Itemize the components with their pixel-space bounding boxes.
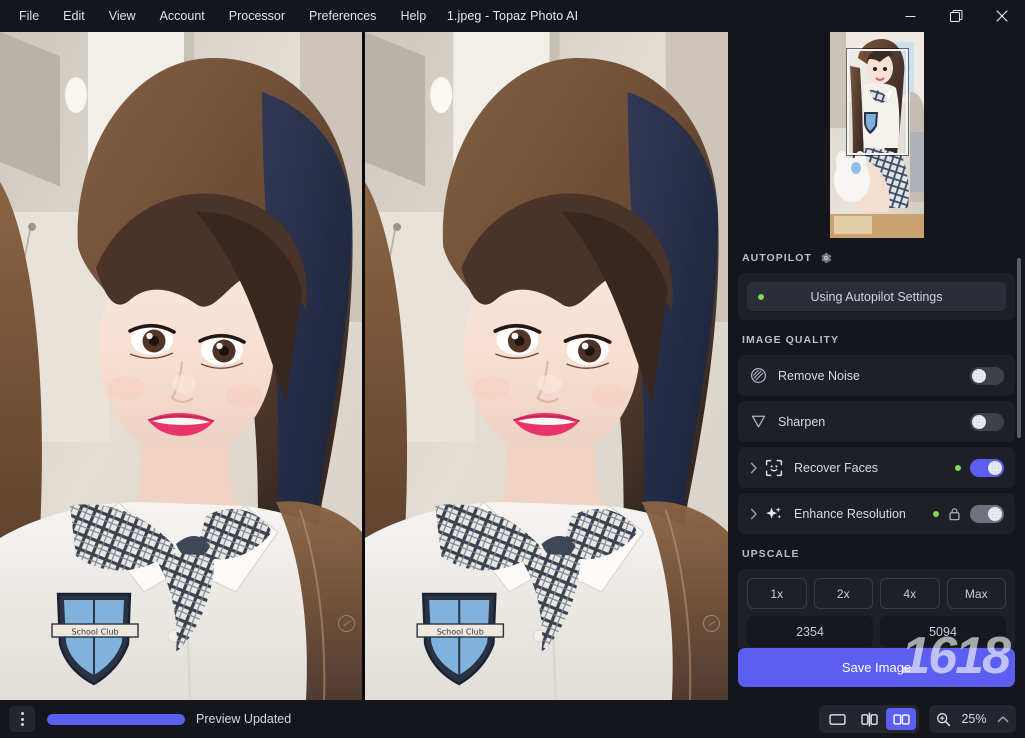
- kebab-menu-icon[interactable]: [9, 706, 35, 732]
- upscale-factor-max[interactable]: Max: [946, 578, 1006, 609]
- window-controls: [887, 0, 1025, 32]
- viewer-pane-preview[interactable]: School Club: [365, 32, 728, 700]
- single-pane-icon: [828, 713, 846, 725]
- row-label-recover-faces: Recover Faces: [794, 460, 879, 475]
- side-by-side-button[interactable]: [886, 708, 916, 730]
- autopilot-section-label: AUTOPILOT: [742, 252, 812, 264]
- minimize-button[interactable]: [887, 0, 933, 32]
- title-bar: File Edit View Account Processor Prefere…: [0, 0, 1025, 32]
- autopilot-settings-button[interactable]: Using Autopilot Settings: [747, 282, 1006, 311]
- upscale-factor-2x[interactable]: 2x: [813, 578, 873, 609]
- upscale-height-input[interactable]: 5094: [880, 616, 1006, 647]
- close-button[interactable]: [979, 0, 1025, 32]
- panel-scrollbar-track[interactable]: [1017, 248, 1023, 614]
- recover-faces-icon: [763, 459, 785, 477]
- toggle-recover-faces[interactable]: [970, 458, 1004, 477]
- sharpen-icon: [747, 413, 769, 430]
- row-label-remove-noise: Remove Noise: [778, 368, 860, 383]
- side-by-side-icon: [892, 713, 910, 725]
- row-sharpen[interactable]: Sharpen: [738, 401, 1015, 442]
- menu-item-processor[interactable]: Processor: [218, 4, 296, 28]
- upscale-section-label: UPSCALE: [742, 548, 800, 560]
- upscale-factor-4x[interactable]: 4x: [880, 578, 940, 609]
- save-image-button[interactable]: Save Image 1618: [738, 630, 1015, 687]
- row-recover-faces[interactable]: Recover Faces: [738, 447, 1015, 488]
- menu-item-help[interactable]: Help: [389, 4, 437, 28]
- toggle-enhance-resolution[interactable]: [970, 504, 1004, 523]
- menu-item-account[interactable]: Account: [149, 4, 216, 28]
- maximize-icon: [949, 9, 962, 22]
- image-quality-rows: Remove Noise Sharpen Recover Faces Enhan…: [738, 355, 1015, 534]
- viewer-pane-original[interactable]: School Club: [0, 32, 362, 700]
- menu-bar: File Edit View Account Processor Prefere…: [0, 0, 437, 32]
- autopilot-section-header: AUTOPILOT: [738, 238, 1015, 273]
- zoom-magnifier-icon: [937, 712, 951, 726]
- split-pane-button[interactable]: [854, 708, 884, 730]
- main-body: School Club School Club AUTOPILOT Using …: [0, 32, 1025, 700]
- menu-item-edit[interactable]: Edit: [52, 4, 96, 28]
- image-viewer[interactable]: School Club School Club: [0, 32, 728, 700]
- right-settings-panel: AUTOPILOT Using Autopilot Settings IMAGE…: [728, 32, 1025, 700]
- expand-chevron-enhance-resolution[interactable]: [747, 508, 761, 520]
- upscale-card: 1x 2x 4x Max 2354 5094: [738, 569, 1015, 648]
- panel-scrollbar-thumb[interactable]: [1017, 258, 1021, 438]
- preview-image: School Club: [365, 32, 728, 700]
- row-enhance-resolution[interactable]: Enhance Resolution: [738, 493, 1015, 534]
- status-dot-enhance-resolution: [933, 510, 939, 517]
- status-dot-recover-faces: [955, 464, 961, 471]
- viewer-watermark-icon: [703, 615, 720, 632]
- status-message: Preview Updated: [196, 712, 292, 726]
- toggle-sharpen[interactable]: [970, 412, 1004, 431]
- lock-icon[interactable]: [948, 507, 961, 521]
- save-area: Save Image 1618: [728, 630, 1025, 700]
- minimize-icon: [905, 15, 915, 17]
- settings-scroll-area[interactable]: AUTOPILOT Using Autopilot Settings IMAGE…: [728, 238, 1025, 648]
- chevron-up-icon[interactable]: [997, 715, 1009, 724]
- upscale-dimensions: 2354 5094: [747, 616, 1006, 647]
- menu-item-preferences[interactable]: Preferences: [298, 4, 387, 28]
- enhance-resolution-icon: [763, 505, 785, 523]
- zoom-level-value: 25%: [961, 712, 987, 726]
- window-title: 1.jpeg - Topaz Photo AI: [446, 9, 579, 23]
- upscale-section-header: UPSCALE: [738, 534, 1015, 569]
- save-image-label: Save Image: [841, 660, 912, 675]
- status-bar: Preview Updated 25%: [0, 700, 1025, 738]
- topaz-photo-ai-window: File Edit View Account Processor Prefere…: [0, 0, 1025, 738]
- menu-item-file[interactable]: File: [8, 4, 50, 28]
- image-quality-section-header: IMAGE QUALITY: [738, 320, 1015, 355]
- maximize-button[interactable]: [933, 0, 979, 32]
- single-pane-button[interactable]: [822, 708, 852, 730]
- upscale-width-input[interactable]: 2354: [747, 616, 873, 647]
- svg-text:School Club: School Club: [437, 628, 484, 637]
- original-image: School Club: [0, 32, 362, 700]
- progress-bar: [47, 713, 185, 725]
- autopilot-settings-label: Using Autopilot Settings: [810, 289, 943, 304]
- remove-noise-icon: [747, 367, 769, 384]
- menu-item-view[interactable]: View: [98, 4, 147, 28]
- split-pane-icon: [860, 712, 878, 726]
- autopilot-card: Using Autopilot Settings: [738, 273, 1015, 320]
- close-icon: [996, 10, 1008, 22]
- navigator-panel[interactable]: [728, 32, 1025, 238]
- navigator-viewport-rect[interactable]: [846, 49, 908, 155]
- row-label-enhance-resolution: Enhance Resolution: [794, 506, 906, 521]
- upscale-factor-group: 1x 2x 4x Max: [747, 578, 1006, 609]
- svg-text:School Club: School Club: [71, 628, 118, 637]
- gear-icon[interactable]: [820, 252, 832, 264]
- image-quality-section-label: IMAGE QUALITY: [742, 334, 840, 346]
- status-bar-right: 25%: [819, 705, 1016, 733]
- zoom-control[interactable]: 25%: [929, 705, 1016, 733]
- autopilot-status-dot: [758, 293, 764, 300]
- row-label-sharpen: Sharpen: [778, 414, 826, 429]
- expand-chevron-recover-faces[interactable]: [747, 462, 761, 474]
- navigator-thumbnail[interactable]: [829, 32, 924, 238]
- view-mode-group: [819, 705, 919, 733]
- upscale-factor-1x[interactable]: 1x: [747, 578, 807, 609]
- viewer-watermark-icon: [338, 615, 355, 632]
- row-remove-noise[interactable]: Remove Noise: [738, 355, 1015, 396]
- toggle-remove-noise[interactable]: [970, 366, 1004, 385]
